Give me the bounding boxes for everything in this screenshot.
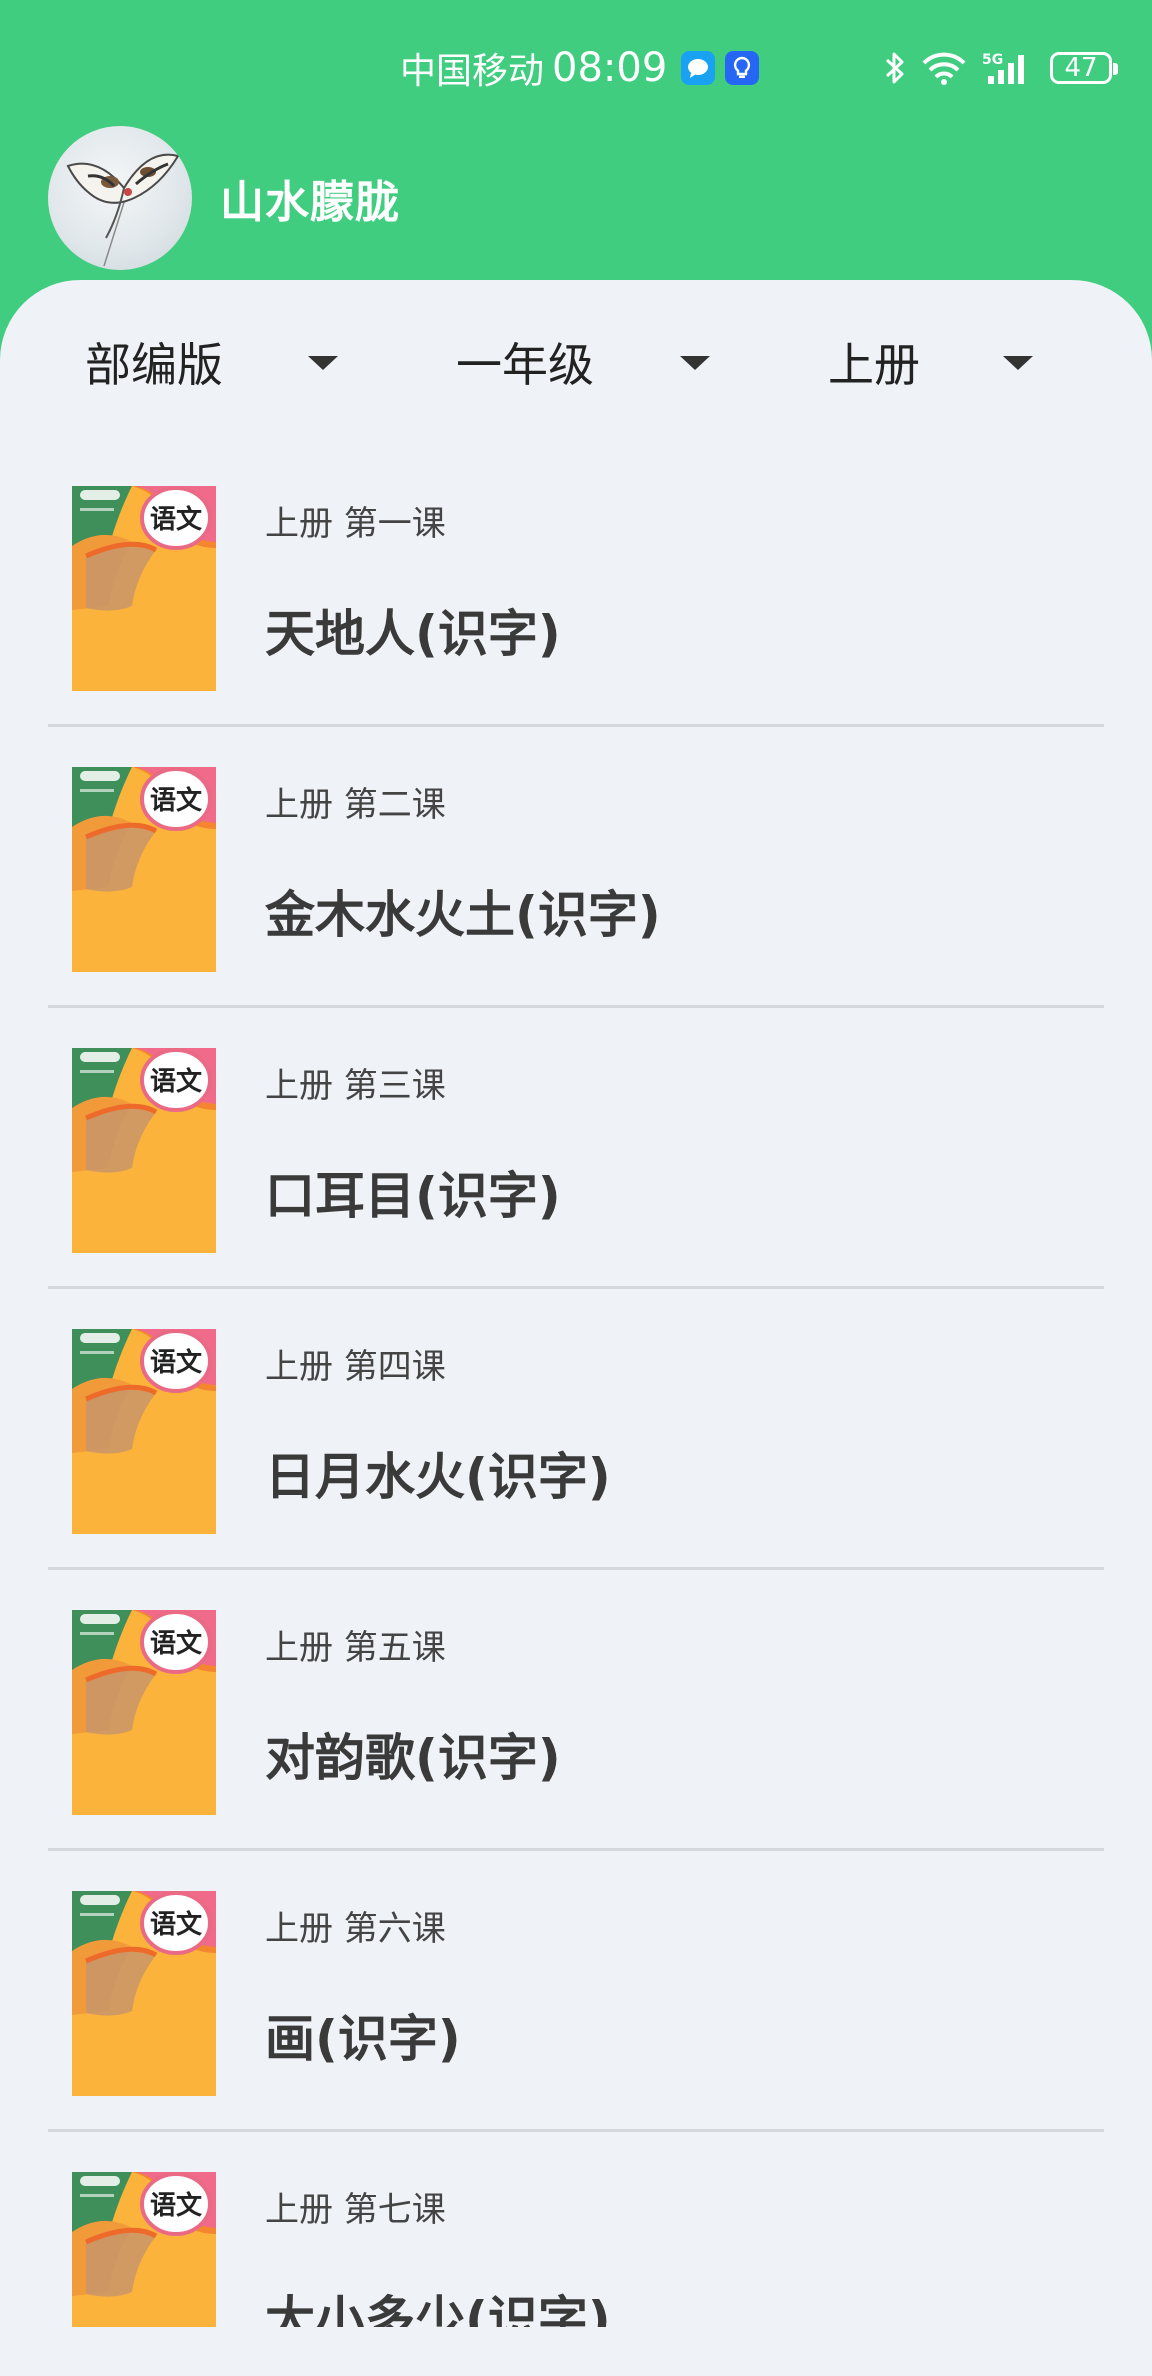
lightbulb-app-icon [725, 51, 760, 85]
kite-avatar-image [66, 153, 180, 267]
status-center: 中国移动 08:09 [400, 40, 760, 96]
avatar[interactable] [48, 126, 192, 270]
cover-title-text: 语文 [150, 1066, 203, 1097]
lesson-list-viewport[interactable]: 语文 上册 第一课 天地人(识字) 语文 上册 第二课 金木水火土(识字) 语文… [0, 280, 1152, 2327]
profile-header[interactable]: 山水朦胧 [48, 126, 400, 270]
textbook-cover-image: 语文 [72, 486, 216, 691]
lesson-list-item[interactable]: 语文 上册 第四课 日月水火(识字) [48, 1289, 1104, 1570]
status-right: 5G 47 [868, 40, 1118, 96]
cover-title-text: 语文 [150, 1628, 203, 1659]
textbook-cover-image: 语文 [72, 2172, 216, 2327]
carrier-label: 中国移动 [400, 51, 545, 92]
cover-title-text: 语文 [150, 1347, 203, 1378]
lesson-list-item[interactable]: 语文 上册 第五课 对韵歌(识字) [48, 1570, 1104, 1851]
cover-title-text: 语文 [150, 785, 203, 816]
textbook-cover-image: 语文 [72, 1610, 216, 1815]
wifi-icon [922, 51, 966, 85]
lesson-meta: 上册 第六课 [265, 1909, 446, 1949]
bluetooth-icon [884, 50, 906, 86]
cover-title-text: 语文 [150, 1909, 203, 1940]
lesson-title: 天地人(识字) [265, 605, 561, 663]
textbook-cover-image: 语文 [72, 1891, 216, 2096]
lesson-title: 金木水火土(识字) [265, 886, 661, 944]
textbook-cover-image: 语文 [72, 1329, 216, 1534]
svg-text:5G: 5G [982, 52, 1003, 68]
lesson-list-item[interactable]: 语文 上册 第三课 口耳目(识字) [48, 1008, 1104, 1289]
battery-indicator: 47 [1050, 52, 1118, 84]
status-bar: 中国移动 08:09 5G 47 [0, 0, 1152, 130]
lesson-meta: 上册 第五课 [265, 1628, 446, 1668]
lesson-title: 日月水火(识字) [265, 1448, 611, 1506]
main-panel: 部编版 一年级 上册 语文 上册 第一课 天地人(识字) 语文 上册 第二课 金… [0, 280, 1152, 2376]
lesson-title: 口耳目(识字) [265, 1167, 561, 1225]
textbook-cover-image: 语文 [72, 1048, 216, 1253]
lesson-list-item[interactable]: 语文 上册 第二课 金木水火土(识字) [48, 727, 1104, 1008]
lesson-title: 画(识字) [265, 2010, 461, 2068]
textbook-cover-image: 语文 [72, 767, 216, 972]
clock: 08:09 [552, 45, 668, 91]
lesson-list-item[interactable]: 语文 上册 第七课 大小多少(识字) [48, 2132, 1104, 2327]
lesson-meta: 上册 第三课 [265, 1066, 446, 1106]
lesson-list-item[interactable]: 语文 上册 第一课 天地人(识字) [48, 446, 1104, 727]
lesson-meta: 上册 第四课 [265, 1347, 446, 1387]
lesson-meta: 上册 第七课 [265, 2190, 446, 2230]
cellular-signal-icon: 5G [982, 50, 1034, 86]
username: 山水朦胧 [220, 177, 400, 228]
cover-title-text: 语文 [150, 2190, 203, 2221]
lesson-title: 对韵歌(识字) [265, 1729, 561, 1787]
lesson-meta: 上册 第一课 [265, 504, 446, 544]
lesson-list-item[interactable]: 语文 上册 第六课 画(识字) [48, 1851, 1104, 2132]
lesson-meta: 上册 第二课 [265, 785, 446, 825]
lesson-list: 语文 上册 第一课 天地人(识字) 语文 上册 第二课 金木水火土(识字) 语文… [48, 446, 1104, 2327]
message-app-icon [681, 51, 716, 85]
lesson-title: 大小多少(识字) [265, 2291, 611, 2327]
cover-title-text: 语文 [150, 504, 203, 535]
